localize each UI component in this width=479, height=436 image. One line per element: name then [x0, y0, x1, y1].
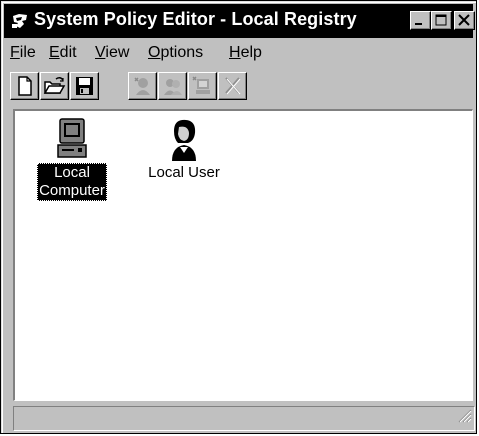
open-button[interactable]	[40, 72, 69, 100]
menu-bar: File Edit View Options Help	[4, 40, 473, 66]
title-bar[interactable]: System Policy Editor - Local Registry	[4, 4, 475, 38]
minimize-button[interactable]	[410, 11, 431, 30]
menu-file[interactable]: File	[10, 44, 36, 62]
toolbar	[4, 69, 473, 107]
remove-icon	[225, 77, 241, 95]
add-group-icon	[164, 79, 182, 95]
close-button[interactable]	[454, 11, 475, 30]
local-user-item[interactable]: Local User	[139, 117, 229, 183]
maximize-button[interactable]	[431, 11, 452, 30]
resize-grip-icon[interactable]	[458, 409, 472, 428]
menu-options[interactable]: Options	[148, 44, 203, 62]
add-user-button[interactable]	[128, 72, 157, 100]
policy-list-view[interactable]: Local Computer Local User	[13, 109, 473, 401]
new-document-icon	[18, 76, 32, 96]
close-icon	[458, 14, 470, 26]
local-user-label: Local User	[148, 164, 220, 181]
minimize-icon	[415, 23, 422, 25]
user-icon	[164, 117, 204, 163]
add-computer-icon	[192, 76, 210, 94]
save-button[interactable]	[70, 72, 99, 100]
window-title: System Policy Editor - Local Registry	[34, 9, 357, 29]
new-button[interactable]	[10, 72, 39, 100]
local-computer-item[interactable]: Local Computer	[35, 117, 109, 201]
computer-icon	[52, 117, 92, 163]
add-computer-button[interactable]	[188, 72, 217, 100]
add-user-icon	[134, 77, 150, 95]
save-disk-icon	[76, 77, 93, 95]
add-group-button[interactable]	[158, 72, 187, 100]
remove-button[interactable]	[218, 72, 247, 100]
maximize-icon	[435, 14, 447, 26]
open-folder-icon	[43, 76, 66, 94]
menu-edit[interactable]: Edit	[49, 44, 77, 62]
policy-editor-app-icon[interactable]	[10, 12, 30, 30]
menu-view[interactable]: View	[95, 44, 129, 62]
local-computer-label: Local Computer	[37, 163, 107, 201]
menu-help[interactable]: Help	[229, 44, 262, 62]
main-window: System Policy Editor - Local Registry Fi…	[0, 0, 477, 434]
status-bar	[13, 406, 475, 431]
